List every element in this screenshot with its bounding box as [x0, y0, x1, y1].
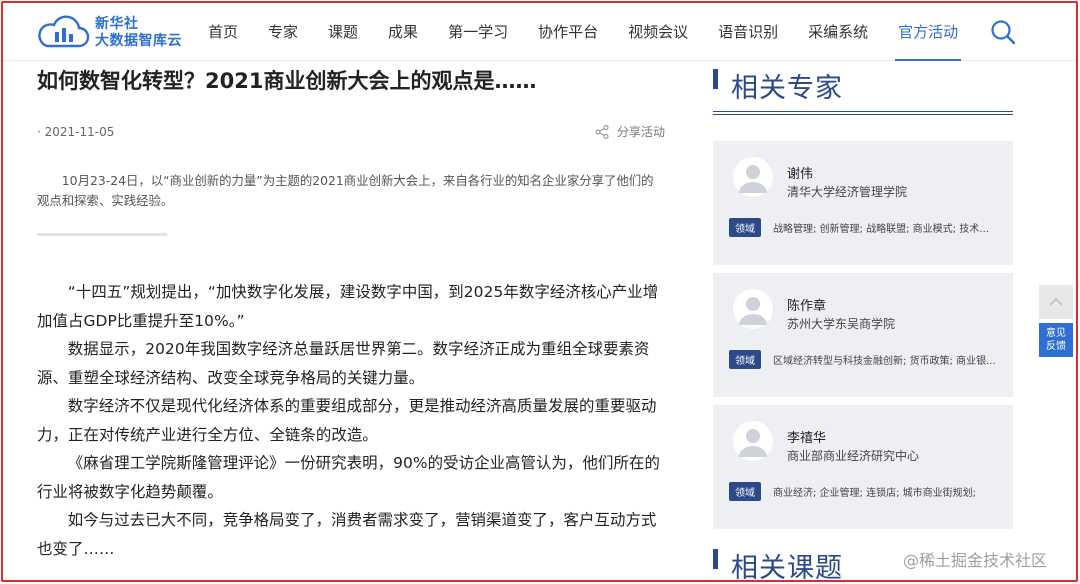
article-date: · 2021-11-05 — [37, 125, 115, 139]
avatar-placeholder-icon — [733, 289, 773, 329]
summary-divider — [37, 233, 167, 236]
expert-fields: 战略管理; 创新管理; 战略联盟; 商业模式; 技术驱... — [773, 224, 998, 235]
field-tag: 领域 — [729, 218, 761, 237]
feedback-label-1: 意见 — [1046, 328, 1066, 339]
field-tag: 领域 — [729, 350, 761, 369]
article-meta: · 2021-11-05 分享活动 — [37, 119, 667, 149]
article-paragraph: 数据显示，2020年我国数字经济总量跃居世界第二。数字经济正成为重组全球要素资源… — [37, 340, 650, 387]
heading-bar — [713, 549, 718, 569]
field-tag: 领域 — [729, 482, 761, 501]
nav-editing-system[interactable]: 采编系统 — [793, 3, 883, 61]
logo-line2: 大数据智库云 — [95, 33, 182, 49]
share-label: 分享活动 — [616, 125, 665, 139]
chevron-up-icon — [1049, 297, 1063, 306]
article-paragraph: 数字经济不仅是现代化经济体系的重要组成部分，更是推动经济高质量发展的重要驱动力，… — [37, 397, 657, 444]
related-topics-heading: 相关课题 — [713, 541, 843, 582]
article-body: “十四五”规划提出，“加快数字化发展，建设数字中国，到2025年数字经济核心产业… — [37, 278, 667, 563]
related-topics-title: 相关课题 — [731, 552, 843, 582]
article-paragraph: 如今与过去已大不同，竞争格局变了，消费者需求变了，营销渠道变了，客户互动方式也变… — [37, 511, 657, 558]
article-paragraph: 《麻省理工学院斯隆管理评论》一份研究表明，90%的受访企业高管认为，他们所在的行… — [37, 454, 660, 501]
feedback-label-2: 反馈 — [1046, 341, 1066, 352]
expert-org: 清华大学经济管理学院 — [787, 185, 908, 199]
nav-topics[interactable]: 课题 — [313, 3, 373, 61]
expert-org: 商业部商业经济研究中心 — [787, 449, 920, 463]
nav-home[interactable]: 首页 — [193, 3, 253, 61]
expert-org: 苏州大学东吴商学院 — [787, 317, 896, 331]
site-logo[interactable]: 新华社 大数据智库云 — [35, 13, 185, 53]
feedback-button[interactable]: 意见 反馈 — [1039, 323, 1073, 357]
expert-name[interactable]: 李禧华 — [787, 427, 826, 446]
avatar-placeholder-icon — [733, 157, 773, 197]
share-icon — [595, 124, 609, 139]
nav-experts[interactable]: 专家 — [253, 3, 313, 61]
article-paragraph: “十四五”规划提出，“加快数字化发展，建设数字中国，到2025年数字经济核心产业… — [37, 283, 659, 330]
top-header: 新华社 大数据智库云 首页 专家 课题 成果 第一学习 协作平台 视频会议 语音… — [3, 3, 1076, 61]
avatar-placeholder-icon — [733, 421, 773, 461]
nav-video-meeting[interactable]: 视频会议 — [613, 3, 703, 61]
cloud-logo-icon — [38, 15, 90, 48]
expert-card[interactable]: 李禧华 商业部商业经济研究中心 领域 商业经济; 企业管理; 连锁店; 城市商业… — [713, 405, 1013, 529]
main-nav: 首页 专家 课题 成果 第一学习 协作平台 视频会议 语音识别 采编系统 官方活… — [193, 3, 973, 61]
search-icon — [991, 20, 1016, 45]
nav-results[interactable]: 成果 — [373, 3, 433, 61]
related-experts-heading: 相关专家 — [713, 61, 1013, 109]
heading-rule — [713, 111, 1013, 115]
nav-speech-recognition[interactable]: 语音识别 — [703, 3, 793, 61]
nav-collab-platform[interactable]: 协作平台 — [523, 3, 613, 61]
page-frame: 新华社 大数据智库云 首页 专家 课题 成果 第一学习 协作平台 视频会议 语音… — [1, 1, 1078, 582]
back-to-top-button[interactable] — [1039, 285, 1073, 319]
expert-fields: 商业经济; 企业管理; 连锁店; 城市商业街规划; — [773, 488, 977, 499]
heading-bar — [713, 69, 718, 89]
article-summary: 10月23-24日，以“商业创新的力量”为主题的2021商业创新大会上，来自各行… — [37, 173, 654, 208]
expert-card[interactable]: 谢伟 清华大学经济管理学院 领域 战略管理; 创新管理; 战略联盟; 商业模式;… — [713, 141, 1013, 265]
related-experts-title: 相关专家 — [731, 72, 843, 104]
expert-card[interactable]: 陈作章 苏州大学东吴商学院 领域 区域经济转型与科技金融创新; 货币政策; 商业… — [713, 273, 1013, 397]
expert-fields: 区域经济转型与科技金融创新; 货币政策; 商业银... — [773, 356, 996, 367]
sidebar: 相关专家 谢伟 清华大学经济管理学院 领域 战略管理; 创新管理; 战略联盟; … — [713, 61, 1013, 580]
nav-official-events[interactable]: 官方活动 — [883, 3, 973, 61]
nav-first-study[interactable]: 第一学习 — [433, 3, 523, 61]
share-button[interactable]: 分享活动 — [595, 123, 665, 140]
expert-name[interactable]: 谢伟 — [787, 163, 813, 182]
logo-line1: 新华社 — [95, 16, 139, 32]
article-title: 如何数智化转型？2021商业创新大会上的观点是…… — [37, 69, 537, 93]
search-button[interactable] — [990, 19, 1016, 45]
article: 如何数智化转型？2021商业创新大会上的观点是…… · 2021-11-05 分… — [37, 61, 667, 563]
watermark: @稀土掘金技术社区 — [903, 551, 1048, 570]
expert-name[interactable]: 陈作章 — [787, 295, 826, 314]
